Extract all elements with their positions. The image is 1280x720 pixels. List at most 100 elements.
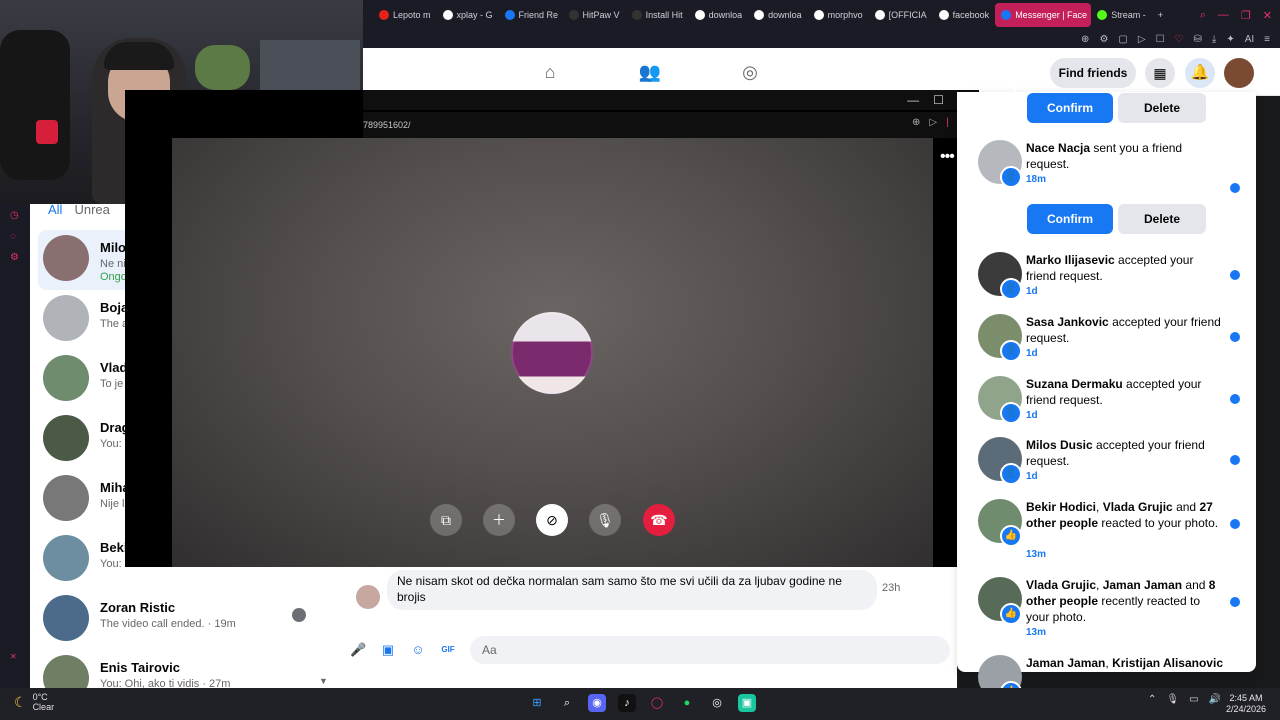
bookmark-icon[interactable]: ☐ [1156,34,1165,45]
sticker-icon[interactable]: ☺ [410,642,426,658]
chat-icon[interactable]: ◌ [10,231,22,243]
microphone-icon[interactable]: 🎙 [1166,694,1179,705]
message-time: 23h [882,582,901,594]
clock-icon[interactable]: ◷ [10,210,22,222]
browser-tab[interactable]: HitPaw V [563,3,626,27]
browser-tab[interactable]: Install Hit [626,3,689,27]
confirm-button[interactable]: Confirm [1027,204,1113,234]
restore-icon[interactable]: ❐ [1241,9,1251,22]
groups-icon[interactable]: ◎ [738,62,762,84]
microphone-icon[interactable]: 🎤 [350,642,366,658]
filter-all[interactable]: All [48,202,62,217]
spotify-icon[interactable]: ● [678,694,696,712]
zoom-icon[interactable]: ⊕ [912,117,920,128]
minimize-icon[interactable]: — [1218,9,1229,21]
unread-dot [1230,455,1240,465]
browser-tab[interactable]: Lepoto m [373,3,437,27]
notification-text: Vlada Grujic, Jaman Jaman and 8 other pe… [1026,577,1226,625]
avatar[interactable] [1224,58,1254,88]
screen-share-button[interactable]: ⧉ [430,504,462,536]
minimize-icon[interactable]: — [907,93,919,107]
like-icon: 👍 [1000,603,1022,625]
notification-text: Nace Nacja sent you a friend request. [1026,140,1226,172]
menu-icon[interactable]: ≡ [1264,34,1270,45]
ai-button[interactable]: AI [1245,34,1254,45]
close-icon[interactable]: ✕ [1263,9,1272,22]
chat-name: Beki [100,540,128,555]
play-icon[interactable]: ▷ [1138,34,1146,45]
browser-tab[interactable]: Stream - [1091,3,1152,27]
close-small-icon[interactable]: ✕ [10,652,22,664]
play-icon[interactable]: ▷ [929,117,937,128]
delete-button[interactable]: Delete [1118,93,1206,123]
friends-icon[interactable]: 👥 [638,62,662,84]
chat-list-item[interactable]: Zoran Ristic The video call ended. · 19m [38,590,318,650]
find-friends-button[interactable]: Find friends [1050,58,1136,88]
taskbar-clock[interactable]: 2:45 AM 2/24/2026 [1226,693,1266,715]
friend-icon: 👤 [1000,463,1022,485]
notification-text: Suzana Dermaku accepted your friend requ… [1026,376,1226,408]
notification-time: 13m [1026,549,1047,560]
filter-unread[interactable]: Unrea [74,202,109,217]
call-url: 789951602/ [363,112,979,138]
message-input[interactable]: Aa [470,636,950,664]
browser-tab[interactable]: Friend Re [499,3,563,27]
message-avatar [356,585,380,609]
browser-tab[interactable]: downloa [748,3,808,27]
scroll-down-icon[interactable]: ▼ [319,676,328,686]
browser-tab[interactable]: [OFFICIA [869,3,933,27]
tiktok-icon[interactable]: ♪ [618,694,636,712]
delete-button[interactable]: Delete [1118,204,1206,234]
screenshot-icon[interactable]: ▢ [1118,34,1127,45]
search-icon[interactable]: ⌕ [558,694,576,712]
confirm-button[interactable]: Confirm [1027,93,1113,123]
tab-favicon-icon [504,10,515,20]
settings-icon[interactable]: ⚙ [10,252,22,264]
browser-toolbar-icons: ⊕ ⚙ ▢ ▷ ☐ ♡ ⛁ ⤓ ✦ AI ≡ [1081,30,1270,48]
network-icon[interactable]: ▭ [1189,694,1198,705]
tab-label: Stream - [1111,10,1146,20]
browser-tab[interactable]: downloa [689,3,749,27]
discord-icon[interactable]: ◉ [588,694,606,712]
end-call-button[interactable]: ☎ [643,504,675,536]
heart-icon[interactable]: ♡ [1175,34,1184,45]
browser-tab[interactable]: xplay - G [437,3,499,27]
chrome-icon[interactable]: ◎ [708,694,726,712]
opera-icon[interactable]: ◯ [648,694,666,712]
microphone-button[interactable]: 🎙 [589,504,621,536]
avatar [43,415,89,461]
maximize-icon[interactable]: ☐ [933,93,944,107]
tab-label: downloa [768,10,802,20]
browser-tab[interactable]: Messenger | Face [995,3,1092,27]
download-icon[interactable]: ⤓ [1212,34,1216,45]
camera-off-button[interactable]: ⊘ [536,504,568,536]
extension-icon[interactable]: ⚙ [1099,34,1108,45]
notification-name: Marko Ilijasevic [1026,253,1115,267]
more-options-icon[interactable]: ••• [940,148,955,166]
chevron-up-icon[interactable]: ⌃ [1148,694,1156,705]
home-icon[interactable]: ⌂ [538,62,562,84]
notification-time: 1d [1026,348,1038,359]
notification-time: 18m [1026,174,1047,185]
chat-preview: The video call ended. · 19m [100,618,236,630]
weather-widget[interactable]: ☾ 0°C Clear [14,692,54,712]
image-icon[interactable]: ▣ [380,642,396,658]
add-person-button[interactable]: ＋ [483,504,515,536]
unread-dot [1230,183,1240,193]
gif-icon[interactable]: GIF [440,642,456,658]
bell-icon[interactable]: 🔔 [1185,58,1215,88]
tab-favicon-icon [568,10,579,20]
wallet-icon[interactable]: ⛁ [1194,34,1202,45]
menu-grid-icon[interactable]: ▦ [1145,58,1175,88]
browser-tab[interactable]: facebook [933,3,996,27]
app-icon[interactable]: ▣ [738,694,756,712]
search-icon[interactable]: ⌕ [1200,9,1206,22]
tab-label: Messenger | Face [1015,10,1088,20]
sparkle-icon[interactable]: ✦ [1226,34,1234,45]
zoom-icon[interactable]: ⊕ [1081,34,1089,45]
volume-icon[interactable]: 🔊 [1209,694,1221,705]
new-tab-button[interactable]: + [1152,3,1169,27]
tab-favicon-icon [1001,10,1012,20]
windows-start-icon[interactable]: ⊞ [528,694,546,712]
browser-tab[interactable]: morphvo [808,3,869,27]
